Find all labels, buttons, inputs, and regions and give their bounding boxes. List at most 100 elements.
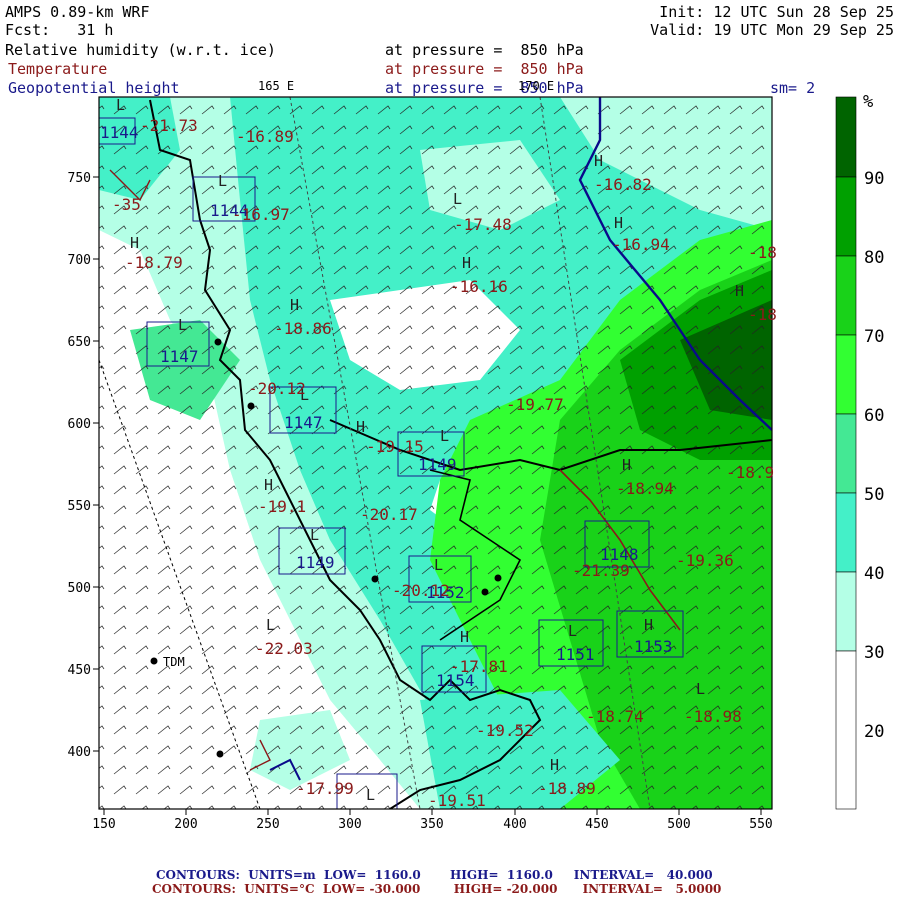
y-tick-labels: 750 700 650 600 550 500 450 400 bbox=[68, 171, 91, 760]
colorbar: % 90 80 70 60 50 40 30 20 bbox=[835, 92, 884, 810]
svg-text:L: L bbox=[218, 172, 227, 190]
footer-units: UNITS=°C bbox=[244, 882, 315, 896]
footer-low: LOW= -30.000 bbox=[322, 882, 421, 896]
colorbar-level: 90 bbox=[864, 169, 884, 189]
colorbar-swatch bbox=[835, 255, 857, 336]
height-label: 1153 bbox=[634, 637, 673, 656]
temp-label: -19.1 bbox=[258, 497, 306, 516]
temp-label: -20.12 bbox=[248, 379, 306, 398]
temp-label: -19.77 bbox=[506, 395, 564, 414]
temp-label: -16.16 bbox=[450, 277, 508, 296]
temp-label: -18.79 bbox=[125, 253, 183, 272]
x-tick: 500 bbox=[667, 817, 690, 832]
y-tick: 450 bbox=[68, 663, 91, 678]
svg-text:H: H bbox=[550, 756, 559, 774]
height-label: 1149 bbox=[418, 455, 457, 474]
footer-interval: INTERVAL= 5.0000 bbox=[582, 882, 722, 896]
temp-label: -21.73 bbox=[140, 116, 198, 135]
temp-label: -20.17 bbox=[360, 505, 418, 524]
colorbar-swatch bbox=[835, 176, 857, 257]
svg-text:L: L bbox=[178, 316, 187, 334]
y-tick: 550 bbox=[68, 499, 91, 514]
colorbar-level: 80 bbox=[864, 248, 884, 268]
temp-label: -18 bbox=[748, 305, 777, 324]
svg-text:L: L bbox=[453, 190, 462, 208]
colorbar-level: 20 bbox=[864, 722, 884, 742]
footer-label: CONTOURS: bbox=[152, 882, 236, 896]
height-label: 1147 bbox=[160, 347, 199, 366]
x-tick: 350 bbox=[420, 817, 443, 832]
colorbar-swatch bbox=[835, 96, 857, 178]
x-tick: 400 bbox=[503, 817, 526, 832]
height-label: 1147 bbox=[284, 413, 323, 432]
rh-field: HH HH HH HH HH HH LL LL LL LL LL LL bbox=[99, 96, 772, 809]
colorbar-swatch bbox=[835, 650, 857, 810]
station-label-tdm: TDM bbox=[163, 655, 185, 669]
temp-label: -17.81 bbox=[450, 657, 508, 676]
svg-text:H: H bbox=[290, 296, 299, 314]
temp-label: -19.15 bbox=[366, 437, 424, 456]
colorbar-level: 70 bbox=[864, 327, 884, 347]
temp-label: -16.89 bbox=[236, 127, 294, 146]
footer-temp-contours: CONTOURS: UNITS=°C LOW= -30.000 HIGH= -2… bbox=[152, 882, 721, 896]
footer-high: HIGH= -20.000 bbox=[453, 882, 558, 896]
svg-text:H: H bbox=[735, 282, 744, 300]
y-tick: 750 bbox=[68, 171, 91, 186]
temp-label: -18.9 bbox=[726, 463, 774, 482]
x-tick: 300 bbox=[338, 817, 361, 832]
temp-label: -18.74 bbox=[586, 707, 644, 726]
svg-text:H: H bbox=[460, 628, 469, 646]
footer-label: CONTOURS: bbox=[156, 868, 240, 882]
svg-text:L: L bbox=[696, 680, 705, 698]
temp-label: -18.86 bbox=[274, 319, 332, 338]
svg-text:L: L bbox=[266, 616, 275, 634]
svg-text:H: H bbox=[644, 616, 653, 634]
temp-label: -18 bbox=[748, 243, 777, 262]
temp-label: -19.36 bbox=[676, 551, 734, 570]
temp-label: -18.98 bbox=[684, 707, 742, 726]
colorbar-level: 40 bbox=[864, 564, 884, 584]
temp-label: -22.03 bbox=[255, 639, 313, 658]
svg-text:L: L bbox=[310, 526, 319, 544]
svg-text:L: L bbox=[440, 427, 449, 445]
temp-label: -16.94 bbox=[612, 235, 670, 254]
temp-label: -21.39 bbox=[572, 561, 630, 580]
svg-text:L: L bbox=[434, 556, 443, 574]
svg-text:H: H bbox=[462, 254, 471, 272]
map-canvas: HH HH HH HH HH HH LL LL LL LL LL LL TDM … bbox=[68, 92, 885, 832]
svg-text:H: H bbox=[264, 476, 273, 494]
footer-high: HIGH= 1160.0 bbox=[449, 868, 553, 882]
temp-label: -35 bbox=[112, 195, 141, 214]
y-tick: 400 bbox=[68, 745, 91, 760]
temp-label: -18.94 bbox=[616, 479, 674, 498]
svg-text:H: H bbox=[622, 456, 631, 474]
x-tick-labels: 150 200 250 300 350 400 450 500 550 bbox=[92, 817, 772, 832]
height-label: 1151 bbox=[556, 645, 595, 664]
colorbar-level: 30 bbox=[864, 643, 884, 663]
temp-label: -16.97 bbox=[232, 205, 290, 224]
colorbar-unit: % bbox=[863, 92, 873, 112]
colorbar-level: 50 bbox=[864, 485, 884, 505]
svg-text:H: H bbox=[130, 234, 139, 252]
colorbar-swatch bbox=[835, 492, 857, 573]
footer-units: UNITS=m bbox=[248, 868, 316, 882]
y-tick: 650 bbox=[68, 335, 91, 350]
y-tick: 600 bbox=[68, 417, 91, 432]
svg-text:H: H bbox=[614, 214, 623, 232]
colorbar-swatch bbox=[835, 571, 857, 652]
x-tick: 150 bbox=[92, 817, 115, 832]
colorbar-swatch bbox=[835, 413, 857, 494]
temp-label: -17.48 bbox=[454, 215, 512, 234]
colorbar-swatch bbox=[835, 334, 857, 415]
temp-label: -18.89 bbox=[538, 779, 596, 798]
temp-label: -19.52 bbox=[476, 721, 534, 740]
x-tick: 200 bbox=[174, 817, 197, 832]
colorbar-level: 60 bbox=[864, 406, 884, 426]
temp-label: -17.99 bbox=[296, 779, 354, 798]
x-tick: 450 bbox=[585, 817, 608, 832]
height-label: 1144 bbox=[100, 123, 139, 142]
temp-label: -20.12 bbox=[392, 581, 450, 600]
svg-text:H: H bbox=[594, 152, 603, 170]
svg-text:L: L bbox=[116, 96, 125, 114]
x-tick: 550 bbox=[749, 817, 772, 832]
